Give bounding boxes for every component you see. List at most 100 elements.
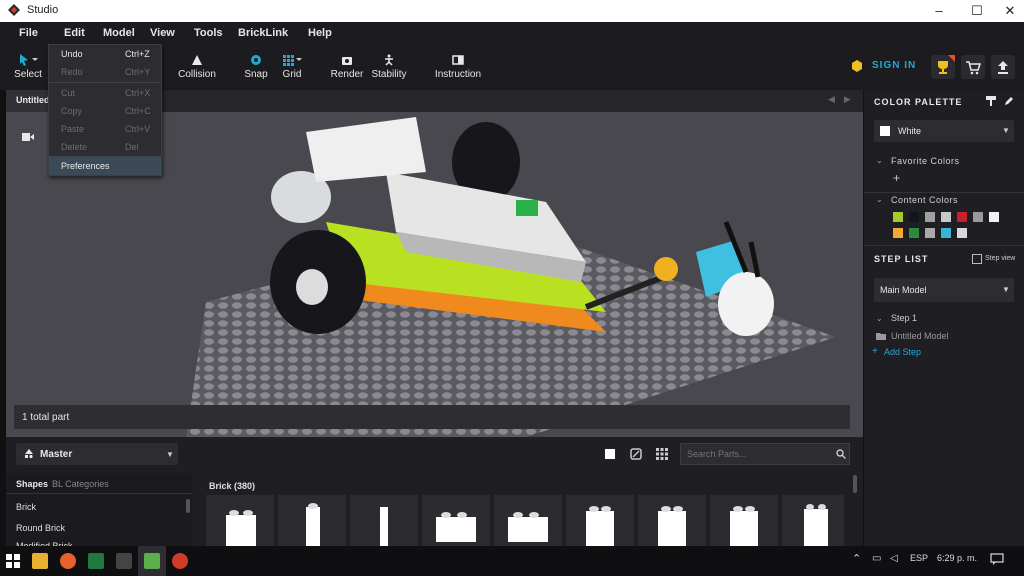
chevron-down-icon[interactable]: ⌄ [876, 195, 883, 204]
color-swatch[interactable] [925, 228, 935, 238]
color-swatch[interactable] [893, 212, 903, 222]
category-item[interactable]: Brick [16, 502, 36, 512]
color-swatch[interactable] [909, 212, 919, 222]
part-thumbnail[interactable] [350, 495, 418, 546]
parts-palette-select[interactable]: Master ▼ [16, 443, 178, 465]
part-thumbnail[interactable] [638, 495, 706, 546]
parts-grid-scrollbar[interactable] [853, 475, 857, 493]
chevron-down-icon[interactable]: ⌄ [876, 156, 883, 165]
tab-untitled[interactable]: Untitled [6, 90, 50, 114]
add-favorite-icon[interactable]: + [893, 171, 900, 185]
volume-icon[interactable]: ◁ [890, 553, 898, 564]
tab-shapes[interactable]: Shapes [16, 479, 48, 489]
menu-item-copy[interactable]: Copy Ctrl+C [49, 102, 161, 120]
color-swatch[interactable] [957, 212, 967, 222]
add-step-icon[interactable]: + [872, 346, 878, 357]
notification-icon[interactable] [990, 553, 1004, 565]
tab-bl-categories[interactable]: BL Categories [52, 479, 109, 489]
menu-tools[interactable]: Tools [194, 27, 223, 39]
close-button[interactable]: ✕ [996, 0, 1024, 22]
color-swatch[interactable] [957, 228, 967, 238]
menu-help[interactable]: Help [308, 27, 332, 39]
upload-button[interactable] [991, 55, 1015, 79]
color-swatch[interactable] [925, 212, 935, 222]
menu-view[interactable]: View [150, 27, 175, 39]
menu-item-delete[interactable]: Delete Del [49, 138, 161, 156]
camera-view-icon[interactable] [22, 132, 34, 142]
pencil-icon[interactable] [1004, 96, 1014, 106]
menu-item-redo[interactable]: Redo Ctrl+Y [49, 63, 161, 81]
model-list-item[interactable]: Untitled Model [891, 331, 949, 341]
chevron-up-icon[interactable]: ⌃ [852, 552, 861, 565]
clock[interactable]: 6:29 p. m. [937, 553, 977, 563]
part-thumbnail[interactable] [782, 495, 844, 546]
color-swatch[interactable] [973, 212, 983, 222]
stability-figure-icon [385, 54, 393, 66]
snap-magnet-icon [251, 55, 261, 65]
menu-bricklink[interactable]: BrickLink [238, 27, 288, 39]
search-icon[interactable] [836, 449, 846, 459]
color-select[interactable]: White ▼ [874, 120, 1014, 142]
view-large-icon[interactable] [605, 449, 615, 459]
render-tool-button[interactable]: Render [330, 44, 364, 90]
part-thumbnail[interactable] [206, 495, 274, 546]
select-tool-button[interactable]: Select [10, 44, 46, 90]
color-swatch[interactable] [989, 212, 999, 222]
color-swatch[interactable] [941, 212, 951, 222]
cart-button[interactable] [961, 55, 985, 79]
view-filter-icon[interactable] [630, 448, 642, 460]
part-thumbnail[interactable] [494, 495, 562, 546]
color-swatch[interactable] [941, 228, 951, 238]
tab-scroll-right-icon[interactable]: ▶ [844, 94, 851, 105]
menu-item-paste[interactable]: Paste Ctrl+V [49, 120, 161, 138]
selected-color-swatch [880, 126, 890, 136]
trophy-button[interactable] [931, 55, 955, 79]
app-icon[interactable] [172, 553, 188, 569]
part-thumbnail[interactable] [422, 495, 490, 546]
stability-tool-button[interactable]: Stability [370, 44, 408, 90]
step-item[interactable]: Step 1 [891, 313, 917, 323]
menu-edit[interactable]: Edit [64, 27, 85, 39]
window-title: Studio [27, 4, 59, 16]
snap-tool-button[interactable]: Snap [242, 44, 270, 90]
color-swatch[interactable] [909, 228, 919, 238]
excel-icon[interactable] [88, 553, 104, 569]
tab-scroll-left-icon[interactable]: ◀ [828, 94, 835, 105]
step-view-checkbox[interactable] [972, 254, 982, 264]
paint-roller-icon[interactable] [986, 96, 996, 106]
category-item[interactable]: Round Brick [16, 523, 65, 533]
grid-tool-button[interactable]: Grid [280, 44, 304, 90]
part-thumbnail[interactable] [710, 495, 778, 546]
menu-item-undo[interactable]: Undo Ctrl+Z [49, 45, 161, 63]
search-parts-input[interactable] [680, 443, 850, 465]
menu-file[interactable]: File [19, 27, 38, 39]
snap-label: Snap [244, 69, 268, 80]
color-swatch[interactable] [893, 228, 903, 238]
file-explorer-icon[interactable] [32, 553, 48, 569]
menu-item-preferences[interactable]: Preferences [49, 157, 161, 175]
add-step-link[interactable]: Add Step [884, 347, 921, 357]
menu-model[interactable]: Model [103, 27, 135, 39]
menu-item-cut[interactable]: Cut Ctrl+X [49, 84, 161, 102]
category-scrollbar[interactable] [186, 499, 190, 513]
instruction-tool-button[interactable]: Instruction [434, 44, 482, 90]
language-indicator[interactable]: ESP [910, 553, 928, 563]
total-parts-count: 1 total part [22, 412, 70, 423]
studio-logo-icon [8, 4, 20, 16]
studio-taskbar-icon[interactable] [144, 553, 160, 569]
brick-part-icon [658, 506, 686, 546]
maximize-button[interactable]: ☐ [958, 0, 996, 22]
firefox-icon[interactable] [60, 553, 76, 569]
app-icon[interactable] [116, 553, 132, 569]
part-thumbnail[interactable] [566, 495, 634, 546]
shapes-icon [25, 449, 33, 459]
grid-view-icon[interactable] [656, 448, 668, 460]
collision-tool-button[interactable]: Collision [176, 44, 218, 90]
sign-in-link[interactable]: SIGN IN [872, 60, 916, 71]
minimize-button[interactable]: – [920, 0, 958, 22]
part-thumbnail[interactable] [278, 495, 346, 546]
network-icon[interactable]: ▭ [872, 553, 881, 564]
windows-start-icon[interactable] [6, 554, 20, 568]
model-select[interactable]: Main Model ▼ [874, 278, 1014, 302]
chevron-down-icon[interactable]: ⌄ [876, 314, 883, 323]
